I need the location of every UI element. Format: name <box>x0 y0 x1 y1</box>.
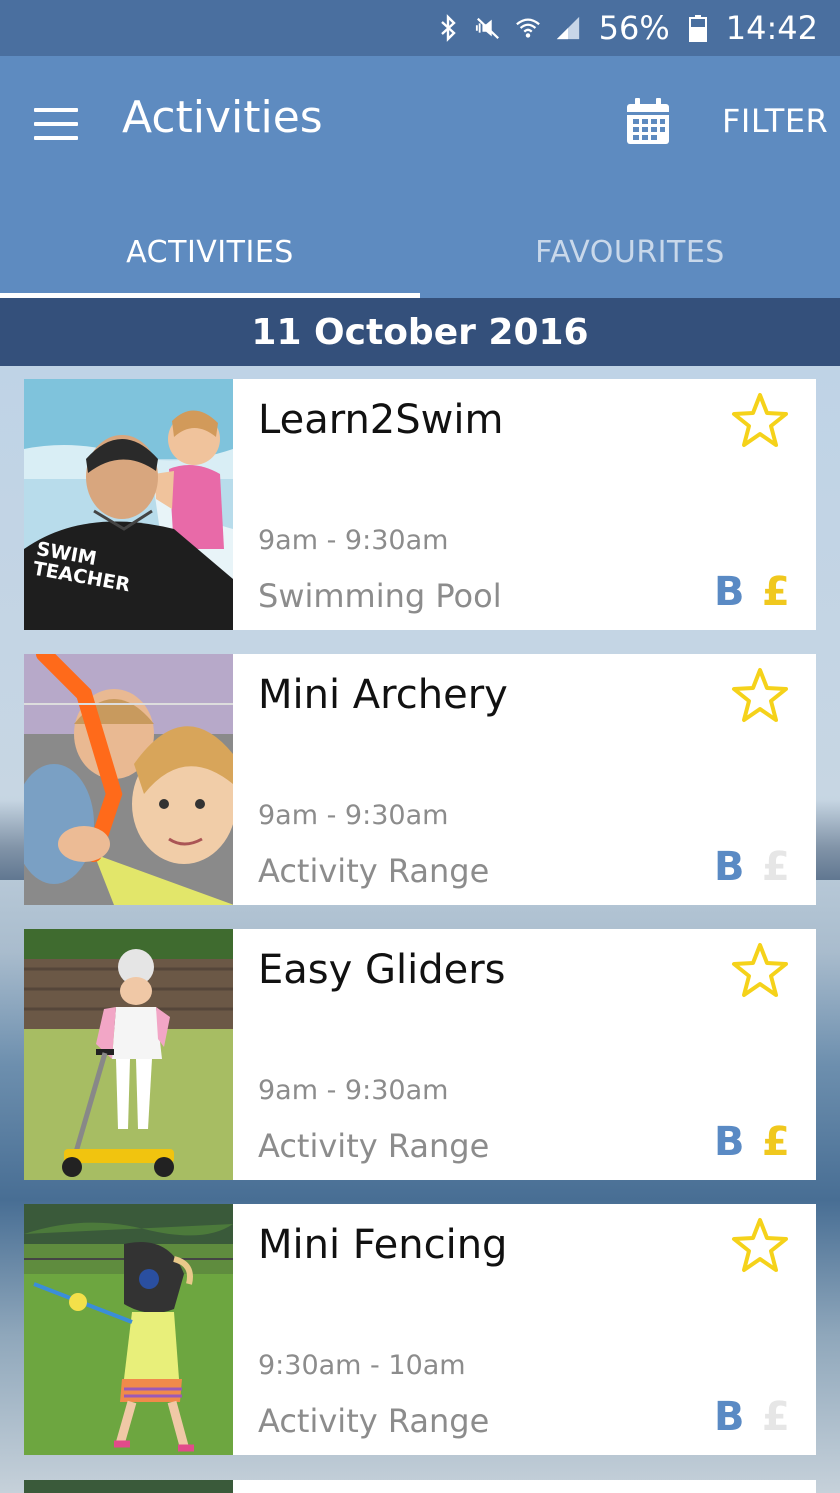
status-icons <box>435 14 581 42</box>
activity-location: Activity Range <box>258 1402 490 1440</box>
price-badge: £ <box>762 1394 790 1440</box>
app-bar: Activities FILTER ACTIVITIES FAVOURITES <box>0 56 840 298</box>
activity-location: Activity Range <box>258 852 490 890</box>
tab-activities[interactable]: ACTIVITIES <box>0 206 420 298</box>
activity-time: 9am - 9:30am <box>258 525 449 556</box>
booking-badge: B <box>714 1394 745 1440</box>
tab-favourites[interactable]: FAVOURITES <box>420 206 840 298</box>
star-icon[interactable] <box>730 391 790 451</box>
activity-image <box>24 1204 233 1455</box>
bluetooth-icon <box>440 14 456 42</box>
activity-card[interactable]: Mini Fencing 9:30am - 10am Activity Rang… <box>24 1204 816 1455</box>
booking-badge: B <box>714 844 745 890</box>
menu-icon-line <box>34 136 78 140</box>
date-header: 11 October 2016 <box>0 298 840 366</box>
activity-card-partial[interactable] <box>24 1480 816 1493</box>
star-icon[interactable] <box>730 941 790 1001</box>
activity-location: Swimming Pool <box>258 577 502 615</box>
activity-name: Easy Gliders <box>258 947 506 993</box>
signal-icon <box>556 16 579 40</box>
activity-image <box>24 929 233 1180</box>
price-badge: £ <box>762 569 790 615</box>
mute-icon <box>475 17 499 40</box>
activity-name: Learn2Swim <box>258 397 504 443</box>
activity-image <box>24 654 233 905</box>
battery-icon <box>688 15 707 42</box>
tab-bar: ACTIVITIES FAVOURITES <box>0 206 840 298</box>
menu-icon-line <box>34 122 78 126</box>
star-icon[interactable] <box>730 666 790 726</box>
price-badge: £ <box>762 844 790 890</box>
calendar-icon[interactable] <box>622 96 674 148</box>
activity-card[interactable]: Easy Gliders 9am - 9:30am Activity Range… <box>24 929 816 1180</box>
wifi-icon <box>515 18 540 38</box>
activity-card[interactable]: Mini Archery 9am - 9:30am Activity Range… <box>24 654 816 905</box>
booking-badge: B <box>714 569 745 615</box>
booking-badge: B <box>714 1119 745 1165</box>
battery-percentage: 56% <box>598 9 670 47</box>
page-title: Activities <box>122 92 323 143</box>
activity-card[interactable]: SWIM TEACHER Learn2Swim 9am - 9:30am Swi… <box>24 379 816 630</box>
activity-image <box>24 1480 233 1493</box>
activity-time: 9am - 9:30am <box>258 1075 449 1106</box>
star-icon[interactable] <box>730 1216 790 1276</box>
activity-time: 9am - 9:30am <box>258 800 449 831</box>
menu-icon-line <box>34 108 78 112</box>
filter-button[interactable]: FILTER <box>722 102 828 140</box>
status-bar: 56% 14:42 <box>0 0 840 56</box>
clock-time: 14:42 <box>725 9 818 47</box>
activity-location: Activity Range <box>258 1127 490 1165</box>
activity-time: 9:30am - 10am <box>258 1350 466 1381</box>
activity-name: Mini Fencing <box>258 1222 508 1268</box>
activity-name: Mini Archery <box>258 672 508 718</box>
menu-button[interactable] <box>30 102 82 146</box>
price-badge: £ <box>762 1119 790 1165</box>
